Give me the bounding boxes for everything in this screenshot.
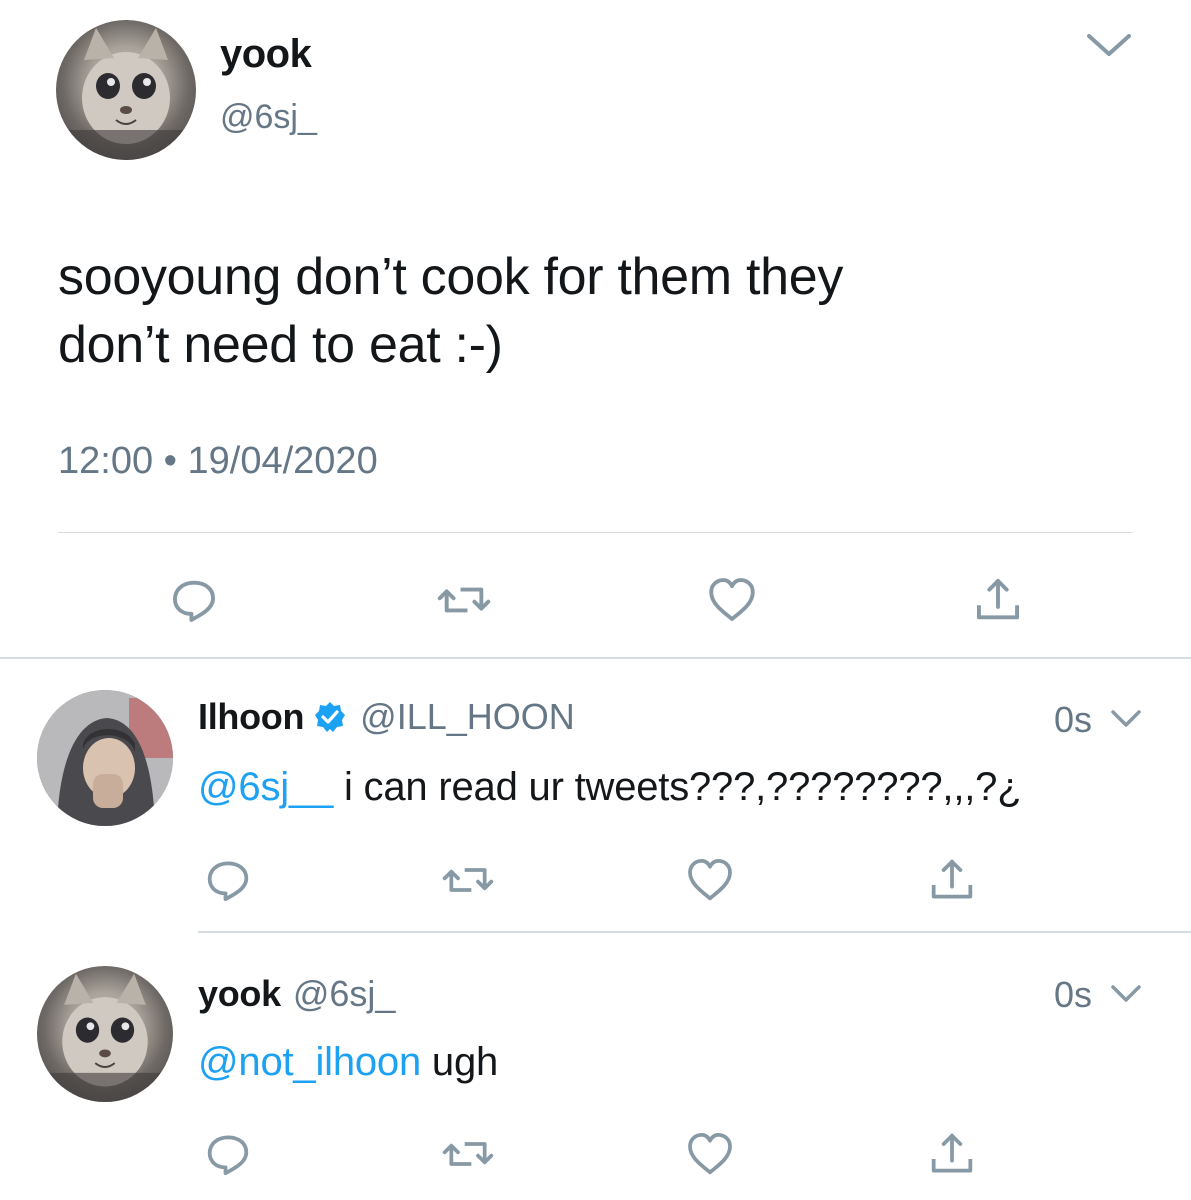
reply-header: yook @6sj_ <box>198 973 395 1015</box>
share-icon <box>976 578 1020 620</box>
chevron-down-icon[interactable] <box>1086 30 1132 60</box>
divider <box>58 532 1133 533</box>
like-button[interactable] <box>678 1126 742 1182</box>
reply-author-handle[interactable]: @ILL_HOON <box>360 696 575 738</box>
retweet-icon <box>442 1142 494 1166</box>
mention-link[interactable]: @not_ilhoon <box>198 1040 421 1084</box>
like-icon <box>709 578 755 622</box>
reply-icon <box>172 580 216 622</box>
author-handle[interactable]: @6sj_ <box>220 98 317 137</box>
reply-time[interactable]: 0s <box>1054 699 1092 741</box>
verified-badge-icon <box>314 701 346 733</box>
retweet-button[interactable] <box>436 1126 500 1182</box>
retweet-button[interactable] <box>436 852 500 908</box>
reply-body: i can read ur tweets???,????????,,,?¿ <box>333 765 1022 809</box>
share-icon <box>931 859 973 899</box>
chevron-down-icon[interactable] <box>1110 983 1142 1005</box>
reply-body: ugh <box>421 1040 499 1084</box>
reply-text: @not_ilhoon ugh <box>198 1040 498 1085</box>
hoodie-avatar-icon <box>37 690 173 826</box>
tweet-text-line-1: sooyoung don’t cook for them they <box>58 248 844 306</box>
reply-author-name[interactable]: Ilhoon <box>198 696 304 738</box>
tweet-text: sooyoung don’t cook for them they don’t … <box>58 243 1138 379</box>
reply-header: Ilhoon @ILL_HOON <box>198 696 575 738</box>
like-icon <box>688 858 732 901</box>
mention-link[interactable]: @6sj__ <box>198 765 333 809</box>
reply-button[interactable] <box>198 1126 258 1182</box>
retweet-icon <box>437 587 491 613</box>
author-avatar[interactable] <box>56 20 196 160</box>
reply-text: @6sj__ i can read ur tweets???,????????,… <box>198 765 1022 810</box>
share-button[interactable] <box>922 1126 982 1182</box>
chevron-down-icon[interactable] <box>1110 708 1142 730</box>
reply-avatar[interactable] <box>37 966 173 1102</box>
tweet-timestamp[interactable]: 12:00 • 19/04/2020 <box>58 440 378 483</box>
cat-avatar-icon <box>56 28 196 160</box>
divider <box>0 657 1191 659</box>
reply-button[interactable] <box>198 852 258 908</box>
divider <box>198 931 1191 933</box>
reply-icon <box>207 861 249 902</box>
reply-time[interactable]: 0s <box>1054 974 1092 1016</box>
like-icon <box>688 1132 732 1175</box>
like-button[interactable] <box>700 570 764 630</box>
retweet-button[interactable] <box>432 570 496 630</box>
reply-icon <box>207 1135 249 1176</box>
reply-author-name[interactable]: yook <box>198 973 281 1015</box>
author-name[interactable]: yook <box>220 32 312 77</box>
cat-avatar-icon <box>37 973 173 1102</box>
share-button[interactable] <box>968 570 1028 630</box>
retweet-icon <box>442 868 494 892</box>
tweet-text-line-2: don’t need to eat :-) <box>58 316 503 374</box>
like-button[interactable] <box>678 852 742 908</box>
reply-avatar[interactable] <box>37 690 173 826</box>
reply-author-handle[interactable]: @6sj_ <box>293 973 396 1015</box>
reply-button[interactable] <box>164 570 224 630</box>
share-icon <box>931 1133 973 1173</box>
share-button[interactable] <box>922 852 982 908</box>
